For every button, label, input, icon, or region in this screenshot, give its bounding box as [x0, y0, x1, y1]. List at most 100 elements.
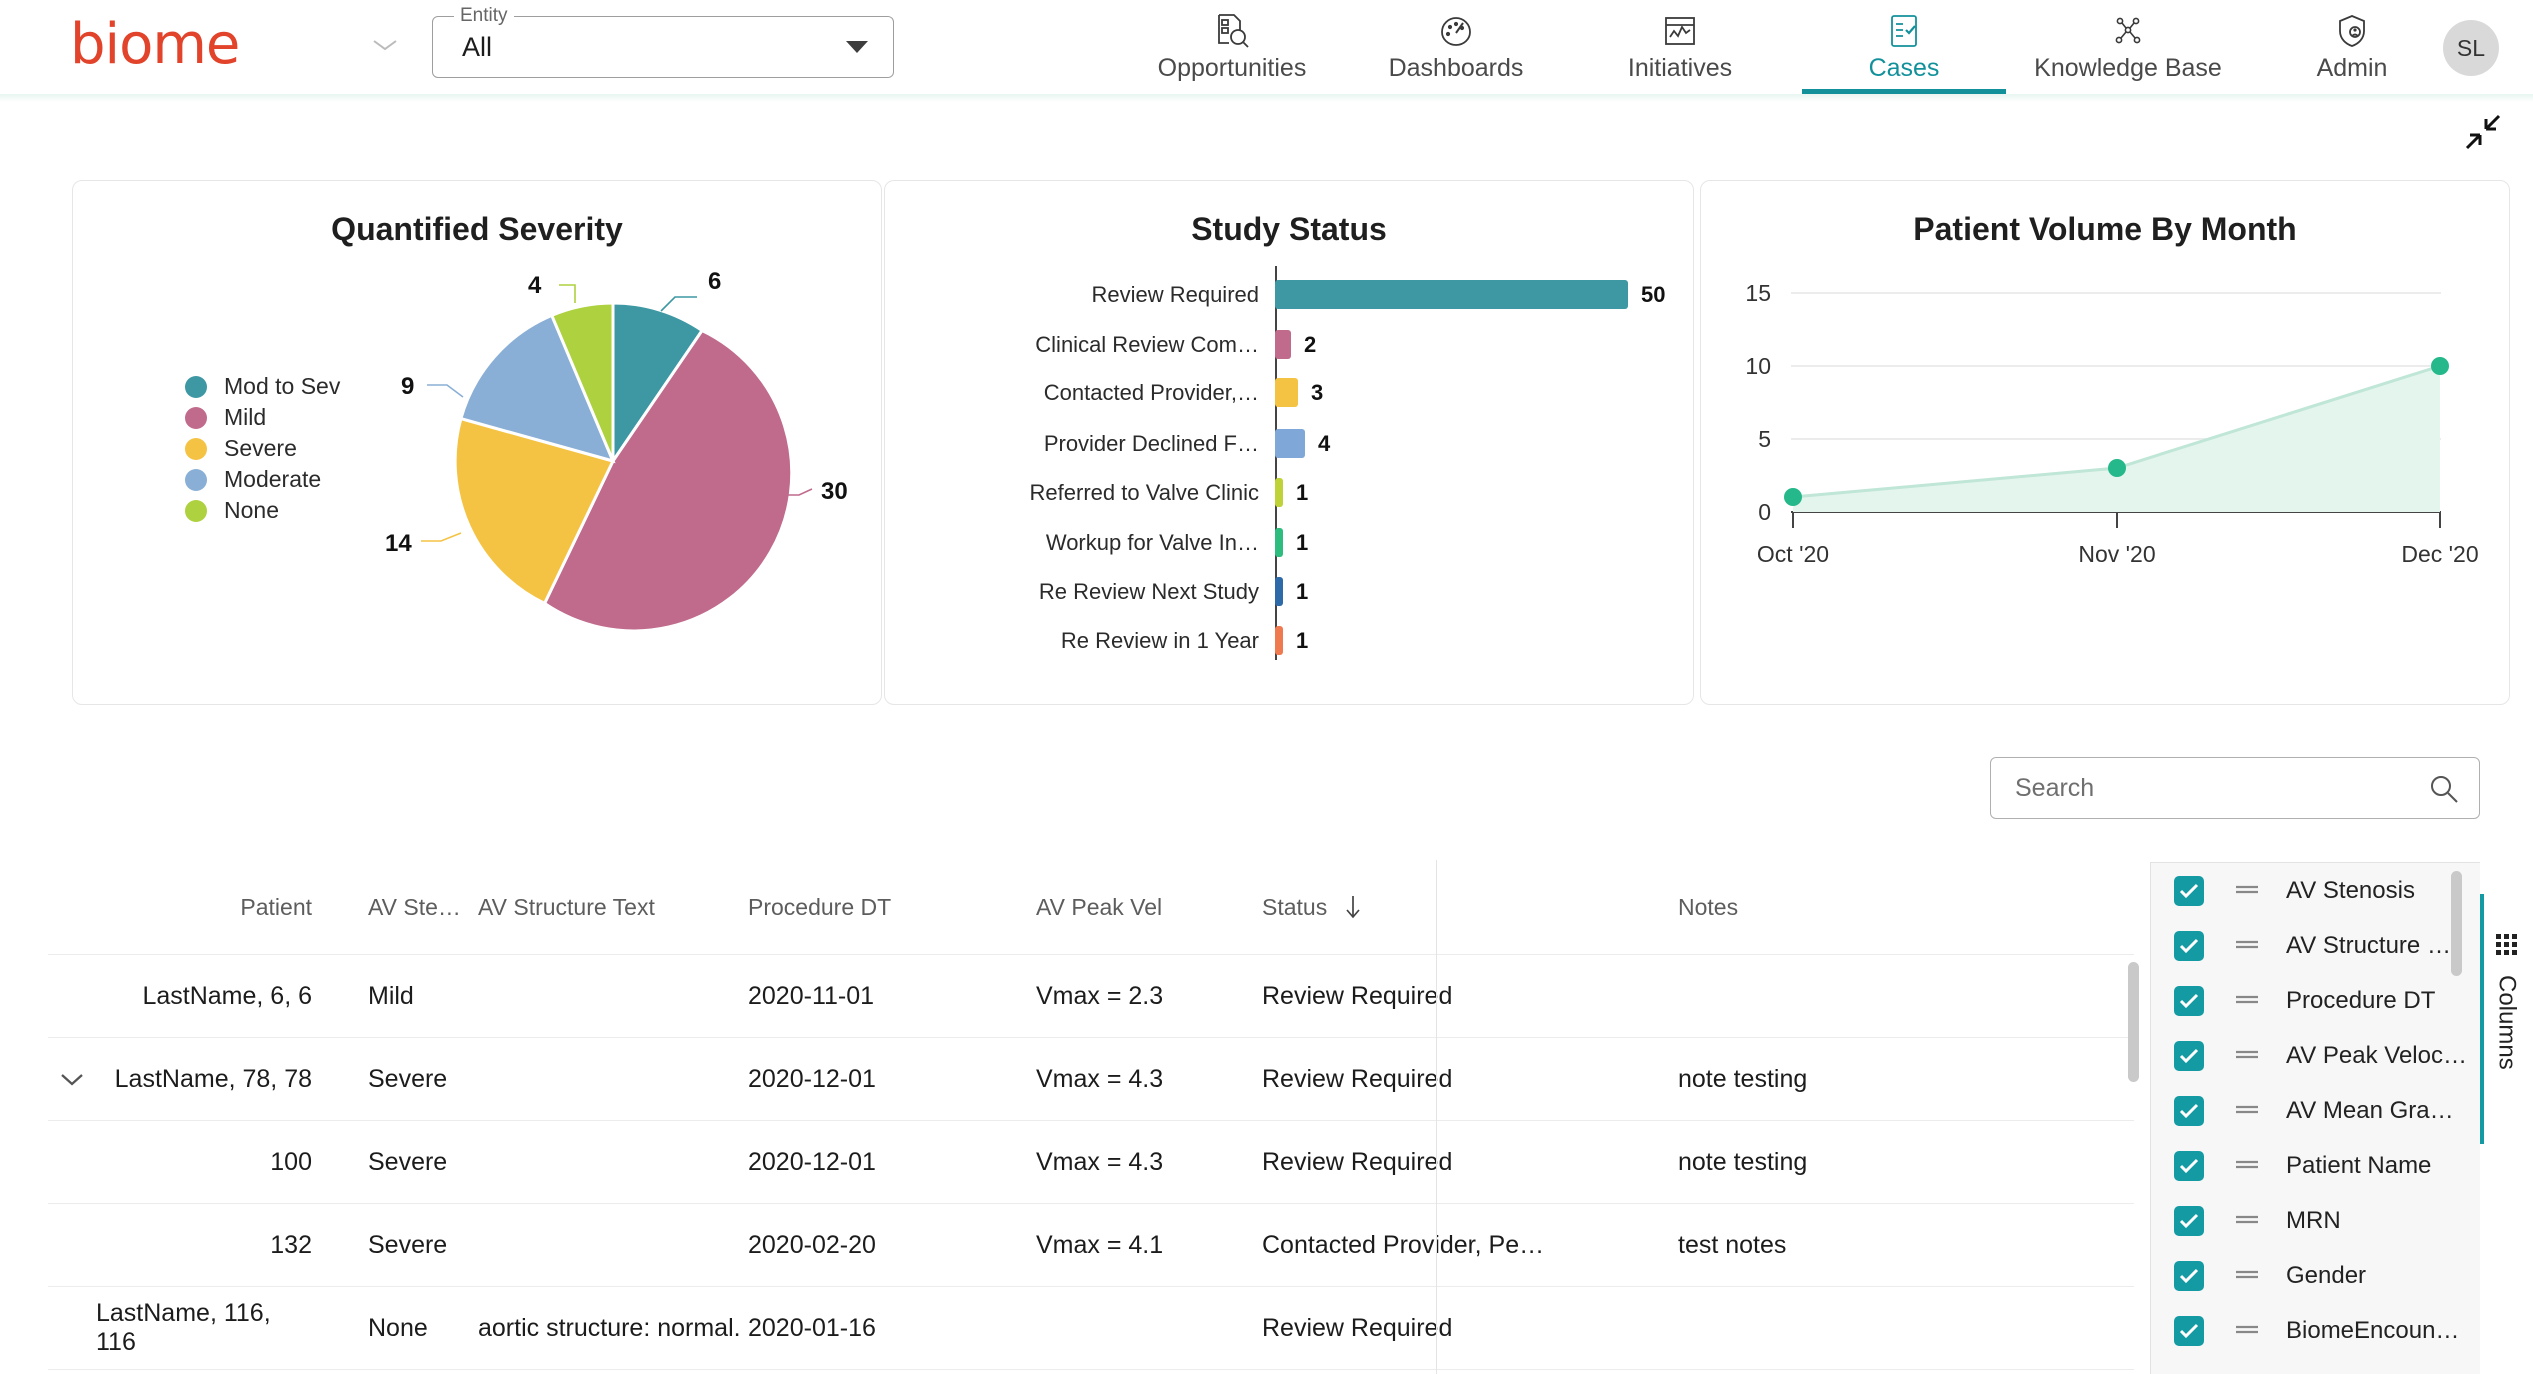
- search-icon[interactable]: [2429, 774, 2459, 804]
- pie-legend: Mod to Sev Mild Severe Moderate None: [185, 371, 340, 526]
- nav-item-dashboards[interactable]: Dashboards: [1344, 0, 1568, 94]
- table-header-status[interactable]: Status: [1218, 894, 1638, 921]
- drag-handle-icon[interactable]: [2234, 1267, 2260, 1285]
- bar-item[interactable]: Contacted Provider,… 3: [905, 378, 1675, 407]
- nav-item-initiatives[interactable]: Initiatives: [1568, 0, 1792, 94]
- y-tick-label: 10: [1745, 353, 1771, 379]
- bar-item[interactable]: Review Required 50: [905, 280, 1675, 309]
- row-expand-toggle[interactable]: [48, 1071, 96, 1087]
- checkbox-checked-icon[interactable]: [2174, 1150, 2204, 1181]
- cell-av-stenosis: Mild: [368, 981, 414, 1010]
- column-toggle-av-stenosis[interactable]: AV Stenosis: [2151, 863, 2461, 918]
- checkbox-checked-icon[interactable]: [2174, 1315, 2204, 1346]
- checkbox-checked-icon[interactable]: [2174, 1040, 2204, 1071]
- drag-handle-icon[interactable]: [2234, 1157, 2260, 1175]
- drag-handle-icon[interactable]: [2234, 882, 2260, 900]
- table-header-procedure-dt[interactable]: Procedure DT: [748, 894, 988, 921]
- entity-select[interactable]: Entity All: [432, 5, 894, 78]
- legend-item[interactable]: Mild: [185, 402, 340, 433]
- bar-value: 50: [1641, 281, 1666, 307]
- drag-handle-icon[interactable]: [2234, 1102, 2260, 1120]
- column-label: AV Stenosis: [2286, 876, 2415, 904]
- dropdown-arrow-icon[interactable]: [846, 41, 868, 53]
- checkbox-checked-icon[interactable]: [2174, 1095, 2204, 1126]
- drag-handle-icon[interactable]: [2234, 1322, 2260, 1340]
- legend-item[interactable]: Moderate: [185, 464, 340, 495]
- bar-rect: [1275, 626, 1283, 655]
- checkbox-checked-icon[interactable]: [2174, 1205, 2204, 1236]
- search-box[interactable]: [1990, 757, 2480, 819]
- bar-item[interactable]: Re Review in 1 Year 1: [905, 626, 1675, 655]
- column-toggle-av-mean-gradient[interactable]: AV Mean Gra…: [2151, 1083, 2461, 1138]
- checkbox-checked-icon[interactable]: [2174, 985, 2204, 1016]
- biome-logo[interactable]: biome: [70, 12, 240, 77]
- gauge-icon: [1439, 13, 1473, 49]
- columns-panel-scrollbar[interactable]: [2451, 871, 2462, 976]
- bar-value: 1: [1296, 578, 1309, 604]
- bar-item[interactable]: Re Review Next Study 1: [905, 577, 1675, 606]
- y-tick-label: 5: [1758, 426, 1771, 452]
- data-point: [2108, 459, 2126, 477]
- legend-item[interactable]: None: [185, 495, 340, 526]
- nav-item-cases[interactable]: Cases: [1792, 0, 2016, 94]
- x-tick-label: Dec '20: [2401, 541, 2478, 567]
- nav-item-admin[interactable]: Admin: [2240, 0, 2464, 94]
- legend-label: Severe: [224, 435, 297, 461]
- bar-value: 1: [1296, 529, 1309, 555]
- card-title-status: Study Status: [1191, 211, 1387, 247]
- table-row[interactable]: LastName, 78, 78 Severe 2020-12-01 Vmax …: [48, 1038, 2134, 1121]
- table-vertical-scrollbar[interactable]: [2128, 962, 2139, 1082]
- table-header-patient[interactable]: Patient: [96, 894, 318, 921]
- column-toggle-av-peak-velocity[interactable]: AV Peak Veloc…: [2151, 1028, 2467, 1083]
- card-patient-volume: Patient Volume By Month 15 10 5 0 Oct '2…: [1700, 180, 2510, 705]
- user-avatar[interactable]: SL: [2443, 20, 2499, 76]
- legend-item[interactable]: Severe: [185, 433, 340, 464]
- drag-handle-icon[interactable]: [2234, 992, 2260, 1010]
- arrow-down-icon[interactable]: [1345, 895, 1361, 919]
- bar-value: 3: [1311, 379, 1324, 405]
- column-toggle-procedure-dt[interactable]: Procedure DT: [2151, 973, 2461, 1028]
- table-row[interactable]: LastName, 6, 6 Mild 2020-11-01 Vmax = 2.…: [48, 955, 2134, 1038]
- checkbox-checked-icon[interactable]: [2174, 930, 2204, 961]
- drag-handle-icon[interactable]: [2234, 1212, 2260, 1230]
- column-toggle-mrn[interactable]: MRN: [2151, 1193, 2461, 1248]
- bar-item[interactable]: Clinical Review Com… 2: [905, 330, 1675, 359]
- drag-handle-icon[interactable]: [2234, 937, 2260, 955]
- column-toggle-gender[interactable]: Gender: [2151, 1248, 2461, 1303]
- bar-item[interactable]: Workup for Valve In… 1: [905, 528, 1675, 557]
- checkbox-checked-icon[interactable]: [2174, 1260, 2204, 1291]
- legend-item[interactable]: Mod to Sev: [185, 371, 340, 402]
- checklist-icon: [1888, 13, 1920, 49]
- bar-item[interactable]: Provider Declined F… 4: [905, 429, 1675, 458]
- columns-tab[interactable]: Columns: [2480, 894, 2533, 1144]
- x-tick-label: Oct '20: [1757, 541, 1829, 567]
- search-input[interactable]: [2015, 758, 2405, 818]
- cell-status: Review Required: [1262, 1064, 1453, 1093]
- bar-item[interactable]: Referred to Valve Clinic 1: [905, 478, 1675, 507]
- entity-chevron-down-icon[interactable]: [372, 38, 398, 52]
- checkbox-checked-icon[interactable]: [2174, 875, 2204, 906]
- columns-tab-accent-bar: [2480, 894, 2484, 1144]
- bar-rect: [1275, 528, 1283, 557]
- table-row[interactable]: LastName, 116, 116 None aortic structure…: [48, 1287, 2134, 1370]
- table-row[interactable]: 100 Severe 2020-12-01 Vmax = 4.3 Review …: [48, 1121, 2134, 1204]
- chevron-down-icon[interactable]: [59, 1071, 85, 1087]
- table-header-notes[interactable]: Notes: [1638, 894, 2058, 921]
- nav-item-knowledge-base[interactable]: Knowledge Base: [2016, 0, 2240, 94]
- drag-handle-icon[interactable]: [2234, 1047, 2260, 1065]
- column-label: AV Peak Veloc…: [2286, 1041, 2467, 1069]
- column-toggle-patient-name[interactable]: Patient Name: [2151, 1138, 2461, 1193]
- cell-procedure-dt: 2020-01-16: [748, 1313, 876, 1342]
- table-row[interactable]: 132 Severe 2020-02-20 Vmax = 4.1 Contact…: [48, 1204, 2134, 1287]
- cell-av-peak-vel: Vmax = 4.1: [1036, 1230, 1164, 1259]
- area-chart: 15 10 5 0 Oct '20 Nov '20 Dec '20: [1701, 276, 2511, 616]
- column-toggle-biome-encounter[interactable]: BiomeEncoun…: [2151, 1303, 2461, 1358]
- columns-tab-label: Columns: [2493, 975, 2521, 1070]
- table-header-av-structure-text[interactable]: AV Structure Text: [478, 894, 748, 921]
- nav-item-opportunities[interactable]: Opportunities: [1120, 0, 1344, 94]
- table-header-av-peak-vel[interactable]: AV Peak Vel: [988, 894, 1218, 921]
- column-toggle-av-structure[interactable]: AV Structure …: [2151, 918, 2461, 973]
- collapse-arrows-icon[interactable]: [2463, 112, 2503, 152]
- table-header-av-stenosis[interactable]: AV Ste…: [318, 894, 478, 921]
- bar-value: 1: [1296, 479, 1309, 505]
